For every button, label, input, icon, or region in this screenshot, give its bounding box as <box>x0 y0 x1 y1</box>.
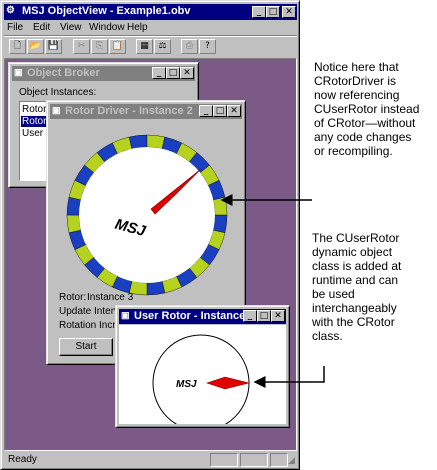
rotor-driver-title: Rotor Driver - Instance 2 <box>65 105 193 117</box>
menu-help[interactable]: Help <box>127 22 148 33</box>
note1-line: CRotorDriver is <box>314 74 397 88</box>
rotor-driver-minimize-button[interactable]: _ <box>199 105 213 117</box>
note1-line: any code changes <box>314 130 412 144</box>
dial-face <box>79 147 215 283</box>
annotation-note-1: Notice here that CRotorDriver is now ref… <box>314 60 437 158</box>
menu-window[interactable]: Window <box>89 22 125 33</box>
ring-segment <box>66 196 81 216</box>
ring-segment <box>66 214 81 234</box>
user-rotor-maximize-button[interactable]: □ <box>257 310 271 322</box>
app-icon[interactable]: ⚙ <box>6 5 18 18</box>
note2-line: class is added at <box>312 259 402 273</box>
ring-segment <box>128 134 148 149</box>
menu-edit[interactable]: Edit <box>33 22 50 33</box>
cut-icon[interactable]: ✂ <box>73 39 90 54</box>
user-rotor-title: User Rotor - Instance 3 <box>134 310 255 322</box>
save-icon[interactable]: 💾 <box>45 39 62 54</box>
graph-icon[interactable]: ⚖ <box>154 39 171 54</box>
status-pane-1 <box>210 453 238 467</box>
broker-minimize-button[interactable]: _ <box>152 67 166 79</box>
note2-line: with the CRotor <box>312 315 395 329</box>
toolbar-divider <box>4 35 297 37</box>
status-text: Ready <box>8 454 37 465</box>
broker-title-bar[interactable]: ▣ Object Broker _ □ ✕ <box>12 66 195 81</box>
user-rotor-minimize-button[interactable]: _ <box>243 310 257 322</box>
status-pane-3 <box>270 453 288 467</box>
note1-line: CUserRotor instead <box>314 102 420 116</box>
size-grip-icon[interactable]: ◢ <box>288 455 295 466</box>
note2-line: runtime and can <box>312 273 399 287</box>
user-rotor-close-button[interactable]: ✕ <box>271 310 285 322</box>
main-title-bar[interactable]: ⚙ MSJ ObjectView - Example1.obv _ □ ✕ <box>4 4 297 20</box>
rotor-driver-icon: ▣ <box>52 105 61 115</box>
object-icon[interactable]: ▦ <box>136 39 153 54</box>
note1-line: Notice here that <box>314 60 399 74</box>
broker-title: Object Broker <box>27 67 100 79</box>
note2-line: be used <box>312 287 355 301</box>
print-icon[interactable]: ⎙ <box>181 39 198 54</box>
status-bar: Ready ◢ <box>4 453 297 468</box>
user-rotor-dial: MSJ <box>152 334 250 424</box>
note2-line: class. <box>312 329 343 343</box>
rotor-driver-title-bar[interactable]: ▣ Rotor Driver - Instance 2 _ □ ✕ <box>50 104 242 119</box>
ring-segment <box>146 134 166 149</box>
rotor-driver-maximize-button[interactable]: □ <box>213 105 227 117</box>
paste-icon[interactable]: 📋 <box>109 39 126 54</box>
note1-line: of CRotor—without <box>314 116 416 130</box>
app-title: MSJ ObjectView - Example1.obv <box>22 5 191 17</box>
status-pane-2 <box>240 453 268 467</box>
close-button[interactable]: ✕ <box>282 6 296 18</box>
note1-line: or recompiling. <box>314 144 393 158</box>
start-button[interactable]: Start <box>59 338 113 356</box>
rotor-label: Rotor: <box>59 292 87 303</box>
list-item[interactable]: Rotor <box>22 104 46 115</box>
start-button-label: Start <box>75 341 97 352</box>
user-rotor-logo: MSJ <box>176 379 197 390</box>
note2-line: interchangeably <box>312 301 397 315</box>
menu-file[interactable]: File <box>7 22 23 33</box>
ring-segment <box>213 214 228 234</box>
user-rotor-window: ▣ User Rotor - Instance 3 _ □ ✕ MSJ <box>115 305 290 428</box>
open-icon[interactable]: 📂 <box>27 39 44 54</box>
user-rotor-icon: ▣ <box>121 310 130 320</box>
rotor-dial: MSJ <box>66 134 228 296</box>
new-icon[interactable]: 🗋 <box>9 39 26 54</box>
broker-close-button[interactable]: ✕ <box>180 67 194 79</box>
note1-line: now referencing <box>314 88 400 102</box>
minimize-button[interactable]: _ <box>252 6 266 18</box>
broker-icon: ▣ <box>14 67 23 77</box>
maximize-button[interactable]: □ <box>266 6 280 18</box>
list-item[interactable]: User <box>22 128 43 139</box>
about-icon[interactable]: ? <box>199 39 216 54</box>
broker-label: Object Instances: <box>19 87 97 98</box>
rotor-driver-close-button[interactable]: ✕ <box>227 105 241 117</box>
ring-segment <box>213 196 228 216</box>
note2-line: dynamic object <box>312 245 393 259</box>
user-rotor-title-bar[interactable]: ▣ User Rotor - Instance 3 _ □ ✕ <box>119 309 286 324</box>
broker-maximize-button[interactable]: □ <box>166 67 180 79</box>
copy-icon[interactable]: ⎘ <box>91 39 108 54</box>
ring-segment <box>146 281 166 296</box>
menu-view[interactable]: View <box>60 22 82 33</box>
note2-line: The CUserRotor <box>312 231 400 245</box>
rotor-value: Instance 3 <box>87 292 134 303</box>
annotation-note-2: The CUserRotor dynamic object class is a… <box>312 231 437 343</box>
